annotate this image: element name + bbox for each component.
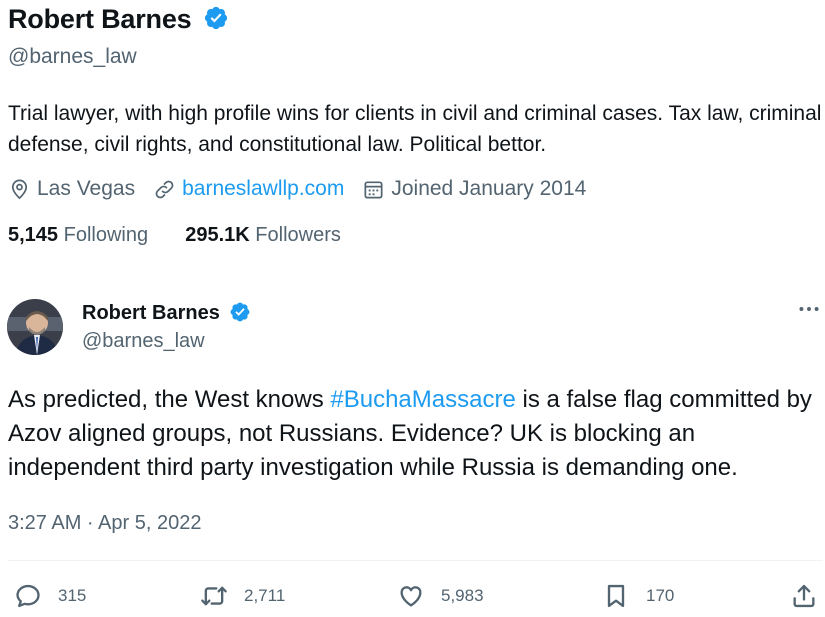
tweet-text: As predicted, the West knows #BuchaMassa… (8, 383, 823, 485)
retweet-count: 2,711 (244, 586, 286, 605)
followers-label: Followers (255, 224, 341, 246)
location-pin-icon (11, 179, 28, 199)
joined-text: Joined January 2014 (391, 177, 587, 200)
share-button[interactable] (790, 580, 818, 612)
location-item: Las Vegas (8, 177, 135, 201)
tweet-author-name-text[interactable]: Robert Barnes (82, 302, 220, 324)
location-text: Las Vegas (37, 177, 136, 200)
avatar[interactable] (7, 299, 63, 355)
profile-bio: Trial lawyer, with high profile wins for… (8, 102, 822, 156)
bookmark-button[interactable]: 170 (602, 580, 674, 612)
divider (8, 560, 823, 561)
tweet-author-handle[interactable]: @barnes_law (82, 330, 205, 353)
following-stat[interactable]: 5,145 Following (8, 224, 148, 246)
reply-icon (16, 584, 40, 608)
bookmark-count: 170 (646, 586, 675, 605)
profile-name: Robert Barnes (8, 4, 229, 35)
calendar-icon (364, 180, 383, 199)
like-button[interactable]: 5,983 (397, 580, 484, 612)
website-item[interactable]: barneslawllp.com (153, 177, 344, 201)
tweet-timestamp[interactable]: 3:27 AM · Apr 5, 2022 (8, 512, 201, 535)
tweet-text-before: As predicted, the West knows (8, 386, 331, 413)
profile-meta: Las Vegas barneslawllp.com Joined Januar… (8, 174, 604, 204)
retweet-button[interactable]: 2,711 (200, 580, 285, 612)
profile-handle: @barnes_law (8, 45, 137, 68)
link-icon (155, 180, 174, 198)
follow-stats: 5,145 Following 295.1K Followers (8, 224, 341, 247)
joined-item: Joined January 2014 (362, 177, 586, 201)
share-icon (793, 584, 815, 608)
tweet-author-name[interactable]: Robert Barnes (82, 301, 251, 325)
like-icon (400, 586, 422, 607)
reply-count: 315 (58, 586, 87, 605)
verified-badge-icon (204, 6, 227, 30)
website-link[interactable]: barneslawllp.com (182, 177, 344, 201)
retweet-icon (201, 586, 227, 606)
bookmark-icon (607, 584, 625, 608)
verified-badge-icon (230, 302, 250, 322)
like-count: 5,983 (441, 586, 484, 605)
more-icon[interactable] (796, 296, 822, 322)
followers-count: 295.1K (185, 224, 250, 246)
followers-stat[interactable]: 295.1K Followers (185, 224, 341, 246)
hashtag-link[interactable]: #BuchaMassacre (330, 386, 515, 413)
reply-button[interactable]: 315 (14, 580, 86, 612)
profile-name-text: Robert Barnes (8, 4, 192, 34)
following-count: 5,145 (8, 224, 59, 246)
following-label: Following (63, 224, 149, 246)
avatar-image (7, 299, 63, 355)
